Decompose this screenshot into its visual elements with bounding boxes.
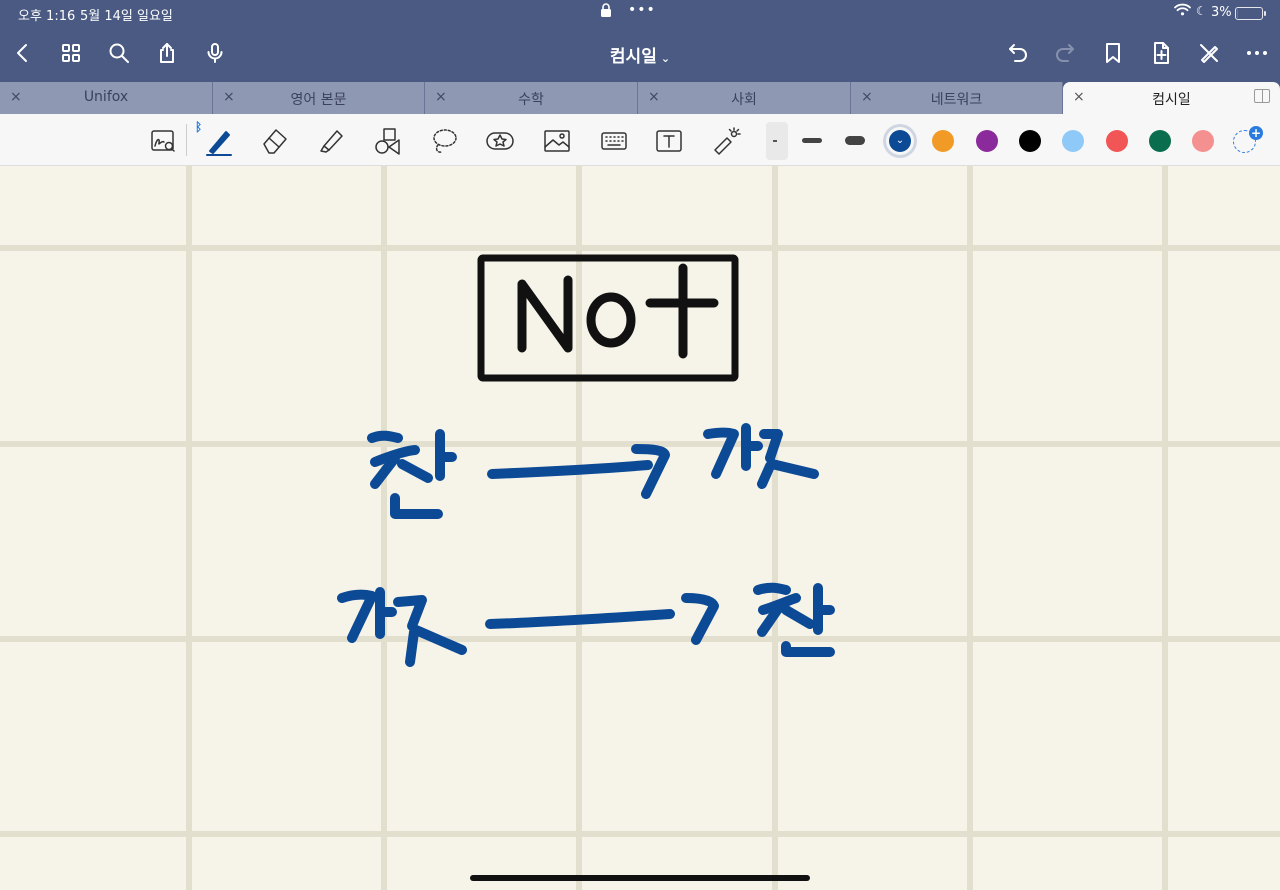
color-swatch-blue[interactable]: ⌄ (889, 130, 911, 152)
color-swatch-black[interactable] (1019, 130, 1041, 152)
pen-icon[interactable] (202, 124, 236, 158)
toolbar-divider (186, 124, 187, 156)
status-bar: 오후 1:16 5월 14일 일요일 ••• ☾ 3% (0, 0, 1280, 26)
add-page-icon[interactable] (1146, 38, 1176, 68)
status-time: 오후 1:16 (18, 9, 76, 24)
text-box-icon[interactable] (652, 124, 686, 158)
tab-label: 영어 본문 (290, 92, 347, 108)
chevron-down-icon: ⌄ (660, 52, 671, 65)
moon-icon: ☾ (1196, 4, 1207, 18)
color-swatch-green[interactable] (1149, 130, 1171, 152)
tab-bar: × Unifox × 영어 본문 × 수학 × 사회 × 네트워크 × 컴시일 (0, 82, 1280, 114)
battery-level (1237, 9, 1238, 18)
tab-english[interactable]: × 영어 본문 (213, 82, 425, 114)
redo-icon[interactable] (1050, 38, 1080, 68)
split-view-icon[interactable] (1254, 89, 1270, 103)
tab-math[interactable]: × 수학 (425, 82, 638, 114)
status-date: 5월 14일 일요일 (80, 9, 173, 24)
top-bar: 오후 1:16 5월 14일 일요일 ••• ☾ 3% 컴시일 ⌄ (0, 0, 1280, 82)
color-swatch-red[interactable] (1106, 130, 1128, 152)
sticker-icon[interactable] (483, 124, 517, 158)
color-swatch-light-blue[interactable] (1062, 130, 1084, 152)
laser-pointer-icon[interactable] (709, 124, 743, 158)
document-title[interactable]: 컴시일 ⌄ (590, 42, 690, 67)
color-swatch-orange[interactable] (932, 130, 954, 152)
tab-label: 컴시일 (1152, 92, 1191, 108)
shapes-icon[interactable] (370, 124, 404, 158)
lasso-icon[interactable] (427, 124, 461, 158)
tab-label: 네트워크 (930, 92, 983, 108)
highlighter-icon[interactable] (314, 124, 348, 158)
battery-percent: 3% (1211, 5, 1232, 20)
undo-icon[interactable] (1003, 38, 1033, 68)
color-swatch-purple[interactable] (976, 130, 998, 152)
bookmark-icon[interactable] (1098, 38, 1128, 68)
eraser-icon[interactable] (258, 124, 292, 158)
microphone-icon[interactable] (200, 38, 230, 68)
tab-label: 수학 (518, 92, 544, 108)
handwriting-not (477, 254, 739, 382)
tab-label: 사회 (731, 92, 757, 108)
handwriting-true-to-false (367, 423, 819, 519)
chevron-down-icon: ⌄ (895, 135, 905, 146)
lock-icon (600, 3, 612, 22)
back-icon[interactable] (8, 38, 38, 68)
tab-network[interactable]: × 네트워크 (851, 82, 1063, 114)
grid-icon[interactable] (56, 38, 86, 68)
tab-social[interactable]: × 사회 (638, 82, 851, 114)
search-icon[interactable] (104, 38, 134, 68)
image-icon[interactable] (540, 124, 574, 158)
share-icon[interactable] (152, 38, 182, 68)
keyboard-icon[interactable] (597, 124, 631, 158)
battery-icon (1235, 7, 1266, 20)
pen-size-small-dot (773, 140, 777, 142)
tab-compsys[interactable]: × 컴시일 (1063, 82, 1280, 114)
color-swatch-pink[interactable] (1192, 130, 1214, 152)
multitasking-dots-icon[interactable]: ••• (628, 2, 656, 18)
note-canvas[interactable] (0, 166, 1280, 890)
plus-icon: + (1249, 126, 1263, 140)
tab-unifox[interactable]: × Unifox (0, 82, 213, 114)
handwriting-layer (337, 254, 835, 667)
handwriting-false-to-true (337, 582, 835, 667)
drawing-toolbar: ᛒ ⌄ + (0, 114, 1280, 166)
pen-size-small[interactable] (766, 122, 788, 160)
pen-size-large[interactable] (845, 136, 865, 145)
pen-size-medium[interactable] (802, 138, 822, 143)
no-pen-icon[interactable] (1194, 38, 1224, 68)
wifi-icon (1174, 3, 1191, 20)
document-title-text: 컴시일 (609, 47, 657, 67)
home-indicator[interactable] (470, 875, 810, 881)
zoom-writing-icon[interactable] (146, 124, 180, 158)
tab-label: Unifox (83, 89, 129, 105)
more-icon[interactable] (1242, 38, 1272, 68)
